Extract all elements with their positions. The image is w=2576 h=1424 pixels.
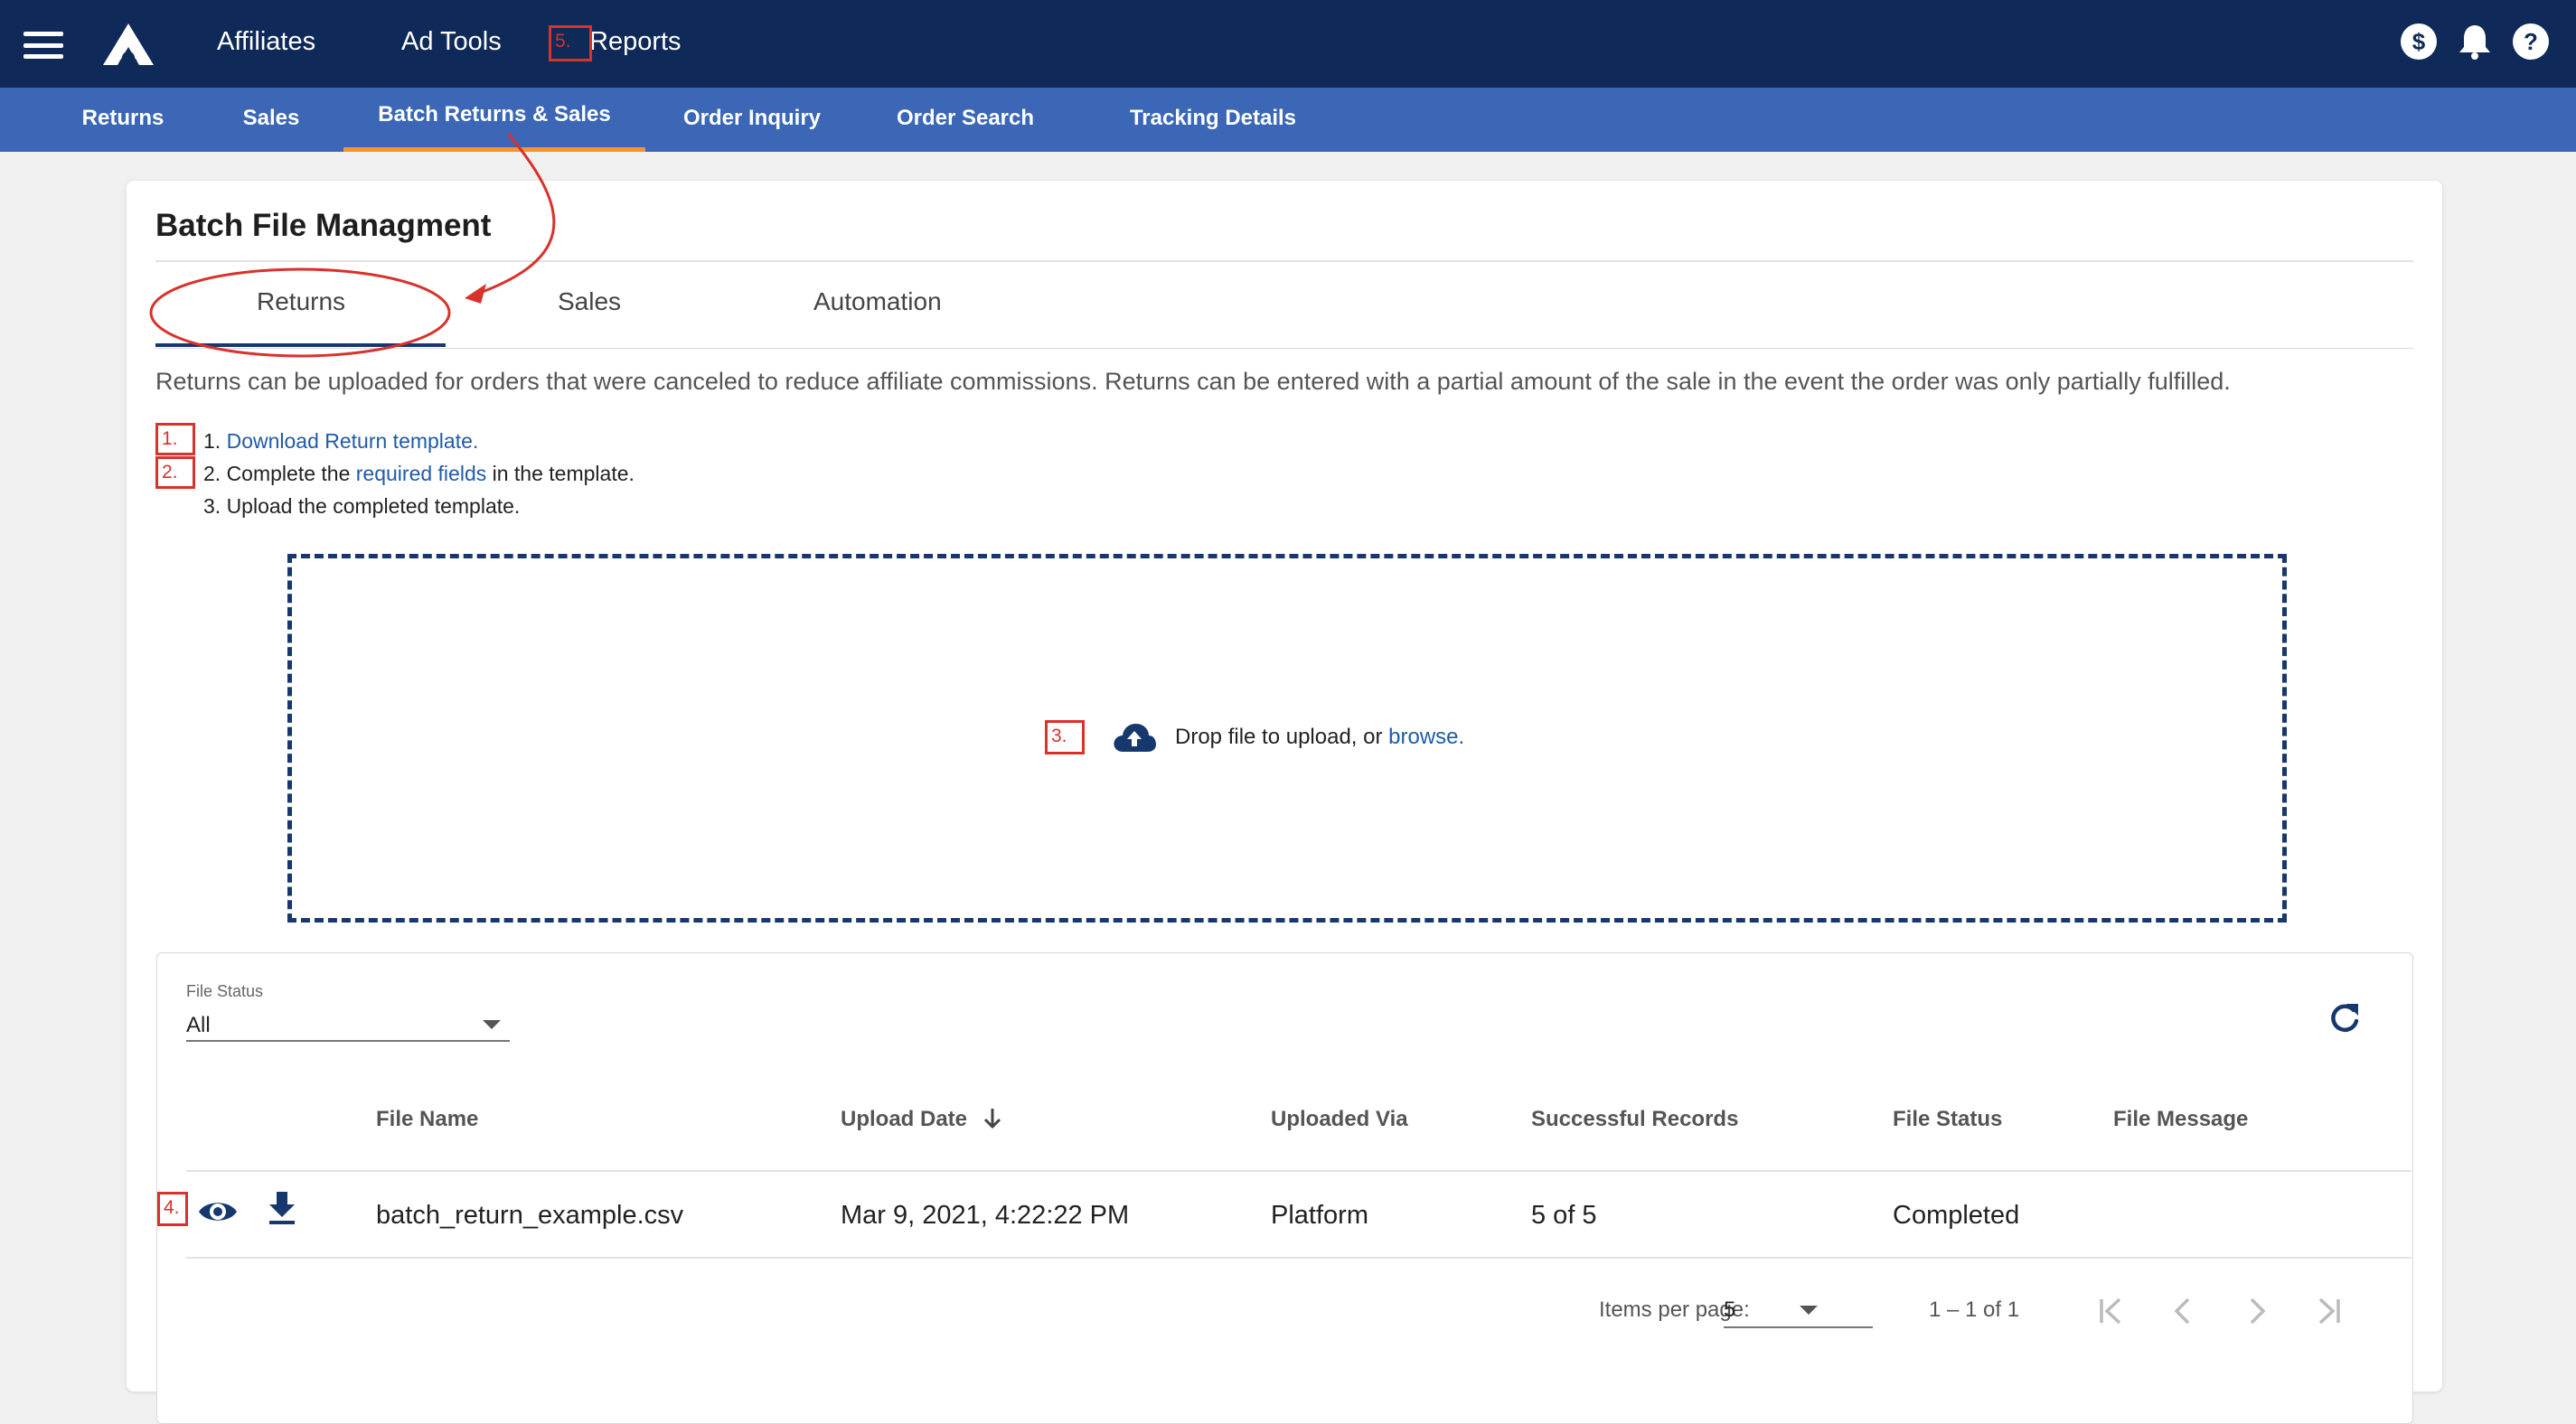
cloud-upload-icon [1114, 724, 1156, 752]
chevron-down-icon [483, 1020, 501, 1029]
divider [155, 348, 2413, 349]
cell-file-status: Completed [1893, 1201, 2020, 1230]
view-eye-icon[interactable] [197, 1194, 239, 1234]
required-fields-link[interactable]: required fields [356, 462, 486, 485]
page-title: Batch File Managment [155, 208, 492, 243]
file-status-value: All [186, 1013, 211, 1037]
annotation-2: 2. [155, 456, 195, 489]
download-template-link[interactable]: Download Return template. [227, 429, 479, 453]
items-per-page-value: 5 [1724, 1298, 1736, 1322]
refresh-icon[interactable] [2327, 999, 2363, 1040]
divider [186, 1257, 2411, 1259]
last-page-icon[interactable] [2308, 1291, 2348, 1331]
bell-icon[interactable] [2455, 22, 2495, 61]
page-range-label: 1 – 1 of 1 [1929, 1298, 2020, 1322]
file-status-select[interactable]: All [186, 1006, 510, 1042]
step-2: 2. Complete the required fields in the t… [203, 462, 635, 485]
col-upload-date[interactable]: Upload Date [841, 1107, 1002, 1132]
next-page-icon[interactable] [2236, 1291, 2276, 1331]
file-status-filter-label: File Status [186, 982, 264, 1000]
tab-returns[interactable]: Returns [257, 287, 345, 316]
download-icon[interactable] [266, 1190, 298, 1231]
tab-automation[interactable]: Automation [813, 287, 942, 316]
batch-files-panel: File Status All File Name Upload Date Up… [156, 952, 2413, 1424]
sort-arrow-down-icon [983, 1109, 1001, 1129]
logo[interactable] [99, 22, 157, 73]
subnav-sales[interactable]: Sales [217, 88, 325, 152]
help-icon[interactable]: ? [2511, 22, 2551, 61]
step-3: 3. Upload the completed template. [203, 494, 521, 518]
chevron-down-icon [1800, 1306, 1818, 1315]
col-file-name[interactable]: File Name [376, 1107, 478, 1132]
cell-file-name: batch_return_example.csv [376, 1201, 684, 1230]
tab-sales[interactable]: Sales [558, 287, 621, 316]
first-page-icon[interactable] [2092, 1291, 2131, 1331]
annotation-5: 5. [549, 25, 592, 61]
divider [186, 1170, 2411, 1172]
drop-zone-prompt: 3. Drop file to upload, or browse. [1045, 720, 1464, 754]
col-successful-records[interactable]: Successful Records [1531, 1107, 1738, 1132]
subnav-order-search[interactable]: Order Search [886, 88, 1045, 152]
col-file-status[interactable]: File Status [1893, 1107, 2002, 1132]
intro-text: Returns can be uploaded for orders that … [155, 368, 2231, 395]
col-uploaded-via[interactable]: Uploaded Via [1271, 1107, 1408, 1132]
items-per-page-select[interactable]: 5 [1724, 1290, 1873, 1328]
col-file-message[interactable]: File Message [2113, 1107, 2248, 1132]
drop-zone-text: Drop file to upload, or [1175, 725, 1389, 749]
subnav-order-inquiry[interactable]: Order Inquiry [669, 88, 835, 152]
subnav-tracking-details[interactable]: Tracking Details [1105, 88, 1321, 152]
nav-ad-tools[interactable]: Ad Tools [401, 27, 502, 57]
annotation-1: 1. [155, 423, 195, 455]
dollar-icon[interactable]: $ [2399, 22, 2439, 61]
subnav-batch-returns-sales[interactable]: Batch Returns & Sales [343, 88, 645, 152]
active-tab-indicator [155, 343, 446, 347]
nav-affiliates[interactable]: Affiliates [217, 27, 315, 57]
annotation-3: 3. [1045, 720, 1085, 754]
cell-successful-records: 5 of 5 [1531, 1201, 1597, 1230]
sub-navigation: Returns Sales Batch Returns & Sales Orde… [0, 88, 2576, 152]
subnav-returns[interactable]: Returns [60, 88, 186, 152]
divider [155, 260, 2413, 262]
browse-link[interactable]: browse. [1388, 725, 1464, 749]
nav-reports[interactable]: Reports [589, 27, 682, 57]
menu-icon[interactable] [24, 32, 63, 59]
step-1: 1. Download Return template. [203, 429, 479, 453]
cell-upload-date: Mar 9, 2021, 4:22:22 PM [841, 1201, 1130, 1230]
svg-text:?: ? [2524, 28, 2538, 55]
cell-uploaded-via: Platform [1271, 1201, 1368, 1230]
previous-page-icon[interactable] [2164, 1291, 2204, 1331]
svg-text:$: $ [2412, 28, 2426, 55]
annotation-4: 4. [157, 1192, 188, 1226]
top-header: Affiliates Ad Tools Reports 5. $ ? [0, 0, 2576, 88]
